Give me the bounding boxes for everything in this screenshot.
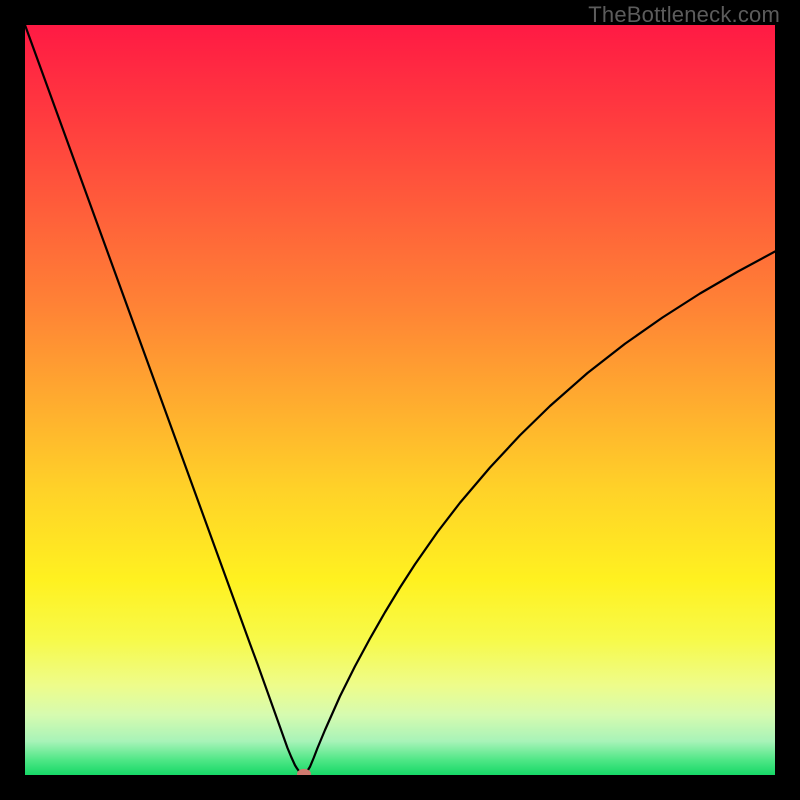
plot-area — [25, 25, 775, 775]
watermark-label: TheBottleneck.com — [588, 2, 780, 28]
chart-frame: TheBottleneck.com — [0, 0, 800, 800]
plot-svg — [25, 25, 775, 775]
gradient-rect — [25, 25, 775, 775]
